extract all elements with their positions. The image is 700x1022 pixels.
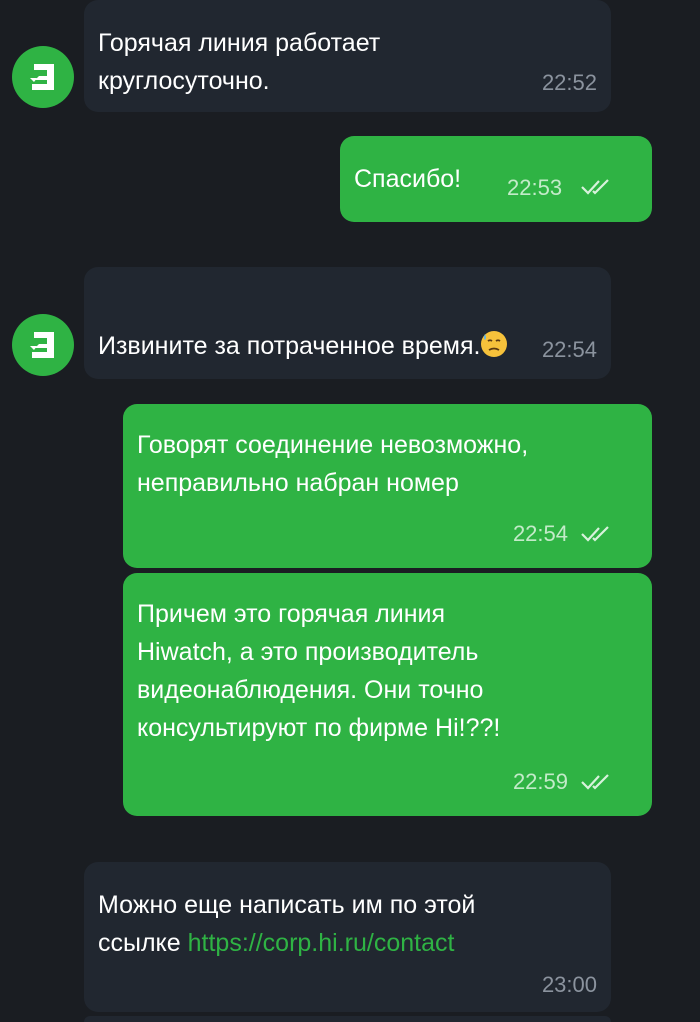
message-text: Причем это горячая линия Hiwatch, а это …	[137, 600, 501, 742]
sender-avatar[interactable]	[12, 314, 74, 376]
message-time: 22:59	[512, 769, 568, 794]
message-bubble-outgoing[interactable]: Спасибо! 22:53	[340, 136, 652, 222]
double-check-icon	[581, 526, 609, 542]
message-text: Извините за потраченное время.	[98, 332, 481, 360]
sender-avatar[interactable]	[12, 46, 74, 108]
message-time: 22:54	[512, 521, 568, 546]
message-bubble-outgoing[interactable]: Говорят соединение невозможно, неправиль…	[123, 404, 652, 568]
next-message-edge	[84, 1016, 611, 1022]
message-time: 22:52	[541, 70, 597, 95]
message-text: Горячая линия работает круглосуточно.	[98, 29, 381, 95]
message-bubble-outgoing[interactable]: Причем это горячая линия Hiwatch, а это …	[123, 573, 652, 816]
message-line: Можно еще написать им по этой ссылке htt…	[98, 886, 597, 962]
double-check-icon	[581, 774, 609, 790]
message-bubble-incoming[interactable]: Горячая линия работает круглосуточно. 22…	[84, 0, 611, 112]
double-check-icon	[581, 179, 609, 195]
contact-link[interactable]: https://corp.hi.ru/contact	[188, 929, 455, 957]
message-text: Говорят соединение невозможно, неправиль…	[137, 431, 529, 497]
lightning-logo-icon	[30, 332, 54, 358]
lightning-logo-icon	[30, 64, 54, 90]
message-bubble-incoming[interactable]: Извините за потраченное время. 22:54	[84, 267, 611, 379]
message-bubble-incoming[interactable]: Можно еще написать им по этой ссылке htt…	[84, 862, 611, 1012]
message-time: 22:53	[507, 175, 563, 200]
downcast-face-with-sweat-icon	[481, 331, 508, 357]
message-time: 22:54	[541, 337, 597, 362]
message-line: Извините за потраченное время.	[98, 289, 597, 365]
message-time: 23:00	[541, 972, 597, 997]
